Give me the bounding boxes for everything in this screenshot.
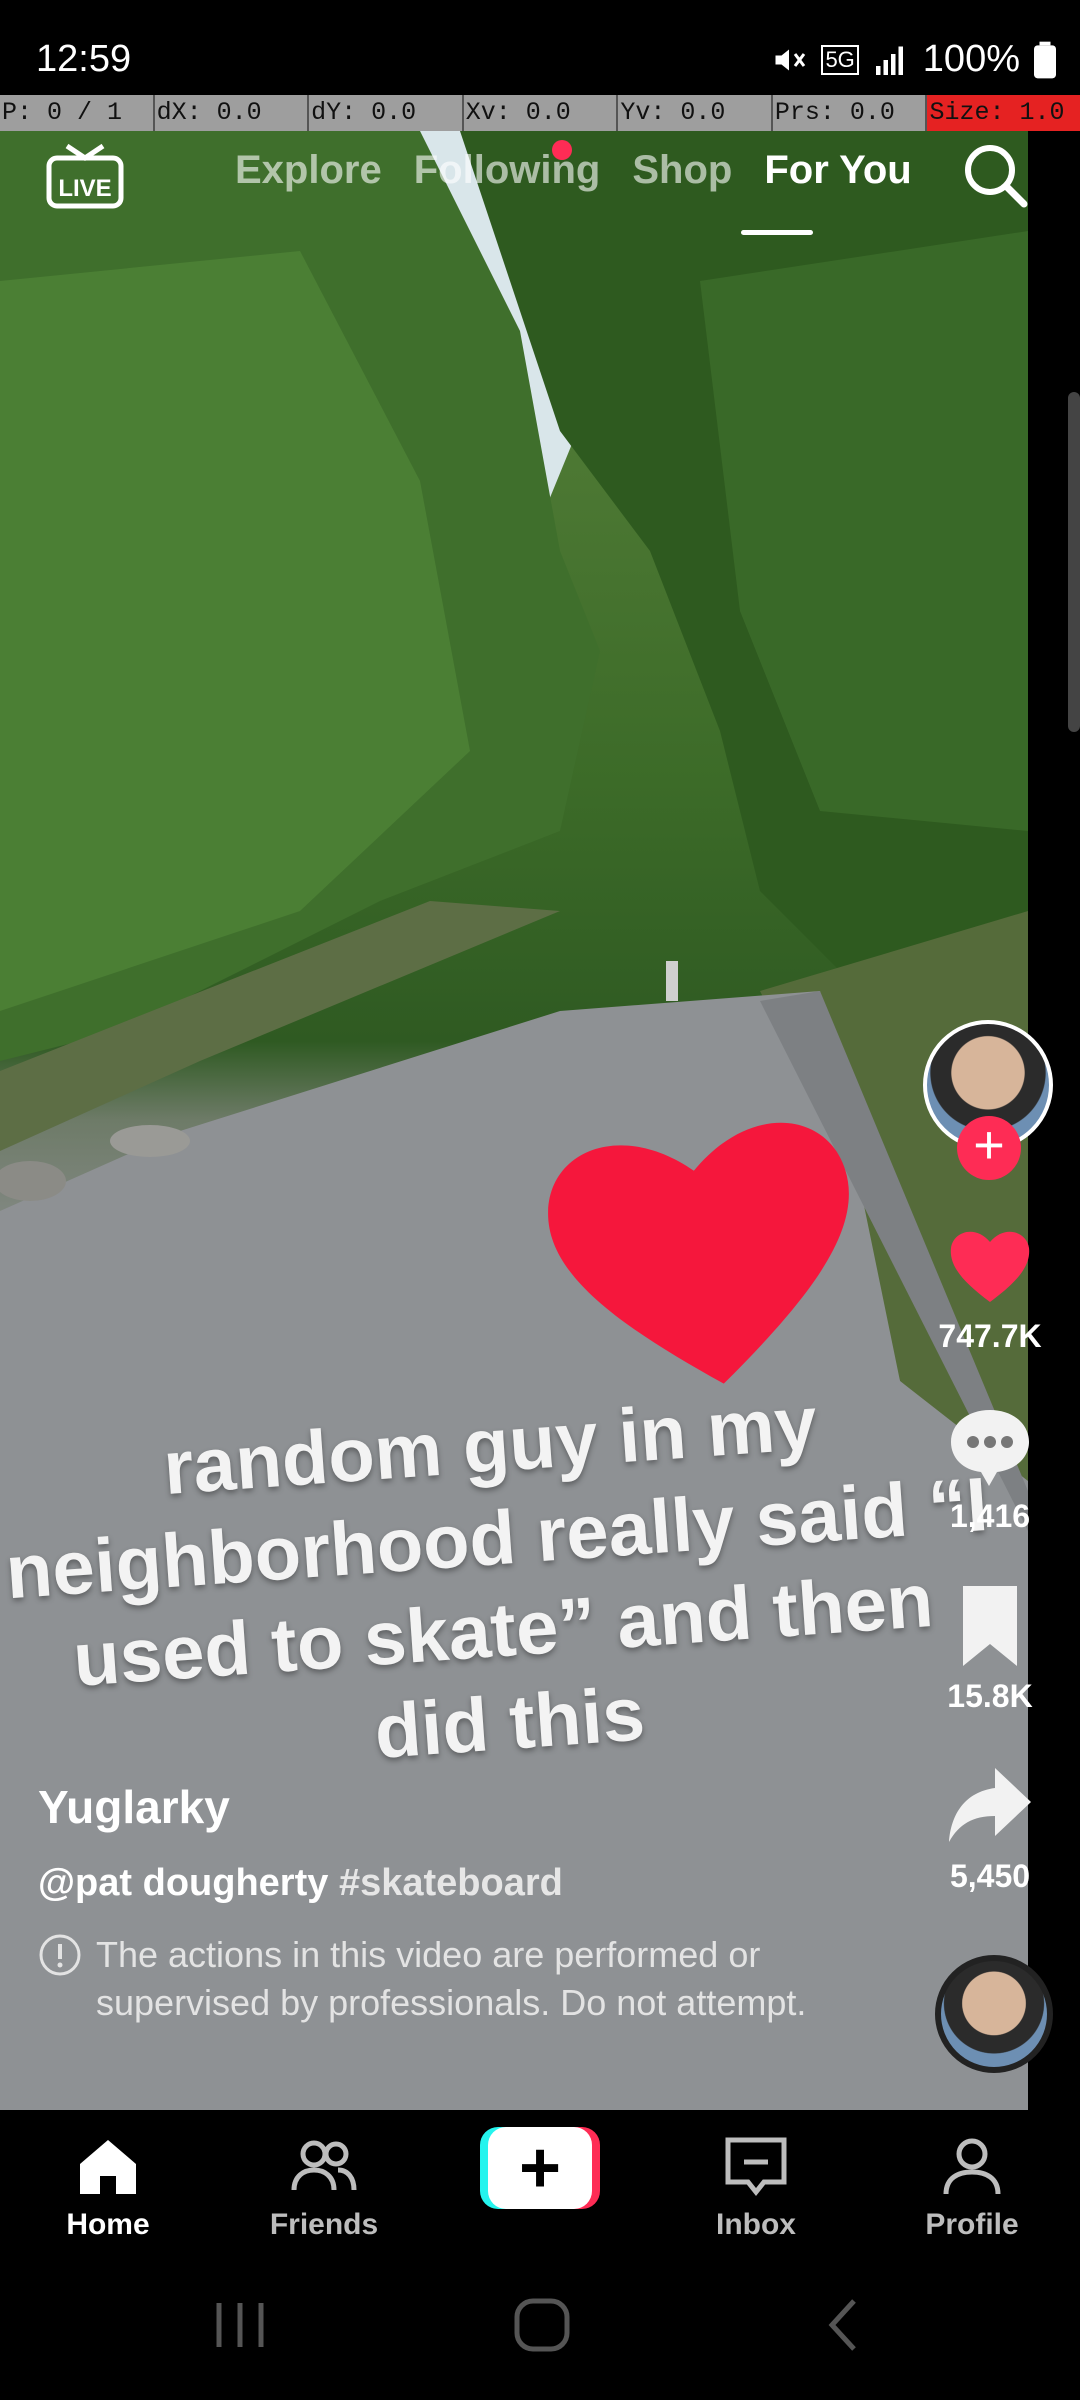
nav-inbox[interactable]: Inbox — [648, 2110, 864, 2270]
debug-pointer: P: 0 / 1 — [0, 95, 155, 131]
profile-icon — [943, 2138, 1001, 2195]
status-bar: 12:59 5G 100% — [0, 0, 1080, 95]
share-button[interactable]: 5,450 — [915, 1760, 1065, 1895]
post-description: @pat dougherty #skateboard — [38, 1862, 898, 1905]
double-tap-heart-icon — [548, 1122, 849, 1384]
nav-inbox-label: Inbox — [716, 2208, 796, 2241]
home-system-icon[interactable] — [507, 2295, 577, 2355]
nav-home[interactable]: Home — [0, 2110, 216, 2270]
hashtag-link[interactable]: #skateboard — [339, 1862, 563, 1904]
like-count: 747.7K — [938, 1318, 1042, 1354]
music-disc[interactable] — [935, 1955, 1053, 2073]
post-metadata: Yuglarky @pat dougherty #skateboard The … — [38, 1780, 898, 2026]
active-tab-indicator — [741, 230, 813, 235]
inbox-icon — [725, 2137, 787, 2197]
debug-size: Size: 1.0 — [927, 95, 1080, 131]
tab-explore[interactable]: Explore — [235, 148, 382, 193]
pointer-location-overlay: P: 0 / 1 dX: 0.0 dY: 0.0 Xv: 0.0 Yv: 0.0… — [0, 95, 1080, 131]
debug-xv: Xv: 0.0 — [464, 95, 619, 131]
comment-icon — [951, 1410, 1029, 1486]
network-type: 5G — [821, 44, 859, 75]
recent-apps-icon[interactable] — [205, 2295, 275, 2355]
follow-plus-button[interactable]: + — [957, 1116, 1021, 1180]
username[interactable]: Yuglarky — [38, 1780, 898, 1834]
plus-icon: + — [488, 2127, 592, 2209]
video-caption-overlay: random guy in my neighborhood really sai… — [0, 1366, 1012, 1806]
back-icon[interactable] — [810, 2295, 880, 2355]
nav-profile-label: Profile — [925, 2208, 1019, 2241]
nav-friends[interactable]: Friends — [216, 2110, 432, 2270]
create-button[interactable]: + — [480, 2127, 600, 2209]
home-icon — [80, 2140, 136, 2194]
warning-text: The actions in this video are performed … — [96, 1934, 807, 2023]
mute-icon — [775, 49, 806, 70]
content-warning: The actions in this video are performed … — [38, 1931, 898, 2026]
battery-percent: 100% — [922, 38, 1020, 80]
warning-icon — [39, 1934, 81, 1976]
feed-tabs: Explore Following Shop For You — [235, 148, 912, 193]
debug-dy: dY: 0.0 — [309, 95, 464, 131]
tab-shop[interactable]: Shop — [632, 148, 732, 193]
tab-following[interactable]: Following — [414, 148, 601, 193]
following-notification-dot — [552, 140, 572, 160]
debug-dx: dX: 0.0 — [155, 95, 310, 131]
status-time: 12:59 — [36, 38, 132, 80]
battery-icon — [1034, 41, 1056, 78]
like-button[interactable]: 747.7K — [915, 1220, 1065, 1355]
tab-for-you[interactable]: For You — [764, 148, 911, 193]
bookmark-button[interactable]: 15.8K — [915, 1580, 1065, 1715]
bookmark-icon — [963, 1586, 1017, 1666]
save-count: 15.8K — [947, 1678, 1033, 1714]
nav-home-label: Home — [66, 2208, 150, 2241]
friends-icon — [291, 2140, 357, 2191]
share-icon — [949, 1768, 1031, 1842]
comment-count: 1,416 — [949, 1498, 1031, 1534]
nav-friends-label: Friends — [269, 2208, 379, 2241]
scrollbar[interactable] — [1068, 392, 1080, 732]
share-count: 5,450 — [949, 1858, 1031, 1894]
comment-button[interactable]: 1,416 — [915, 1400, 1065, 1535]
nav-profile[interactable]: Profile — [864, 2110, 1080, 2270]
debug-yv: Yv: 0.0 — [618, 95, 773, 131]
signal-icon — [875, 46, 903, 75]
live-label: LIVE — [58, 175, 111, 202]
search-icon[interactable] — [960, 140, 1030, 210]
heart-icon — [950, 1231, 1030, 1302]
live-icon[interactable]: LIVE — [45, 140, 125, 210]
debug-pressure: Prs: 0.0 — [773, 95, 928, 131]
mention-link[interactable]: @pat dougherty — [38, 1862, 328, 1904]
status-icons: 5G 100% — [771, 38, 1056, 81]
